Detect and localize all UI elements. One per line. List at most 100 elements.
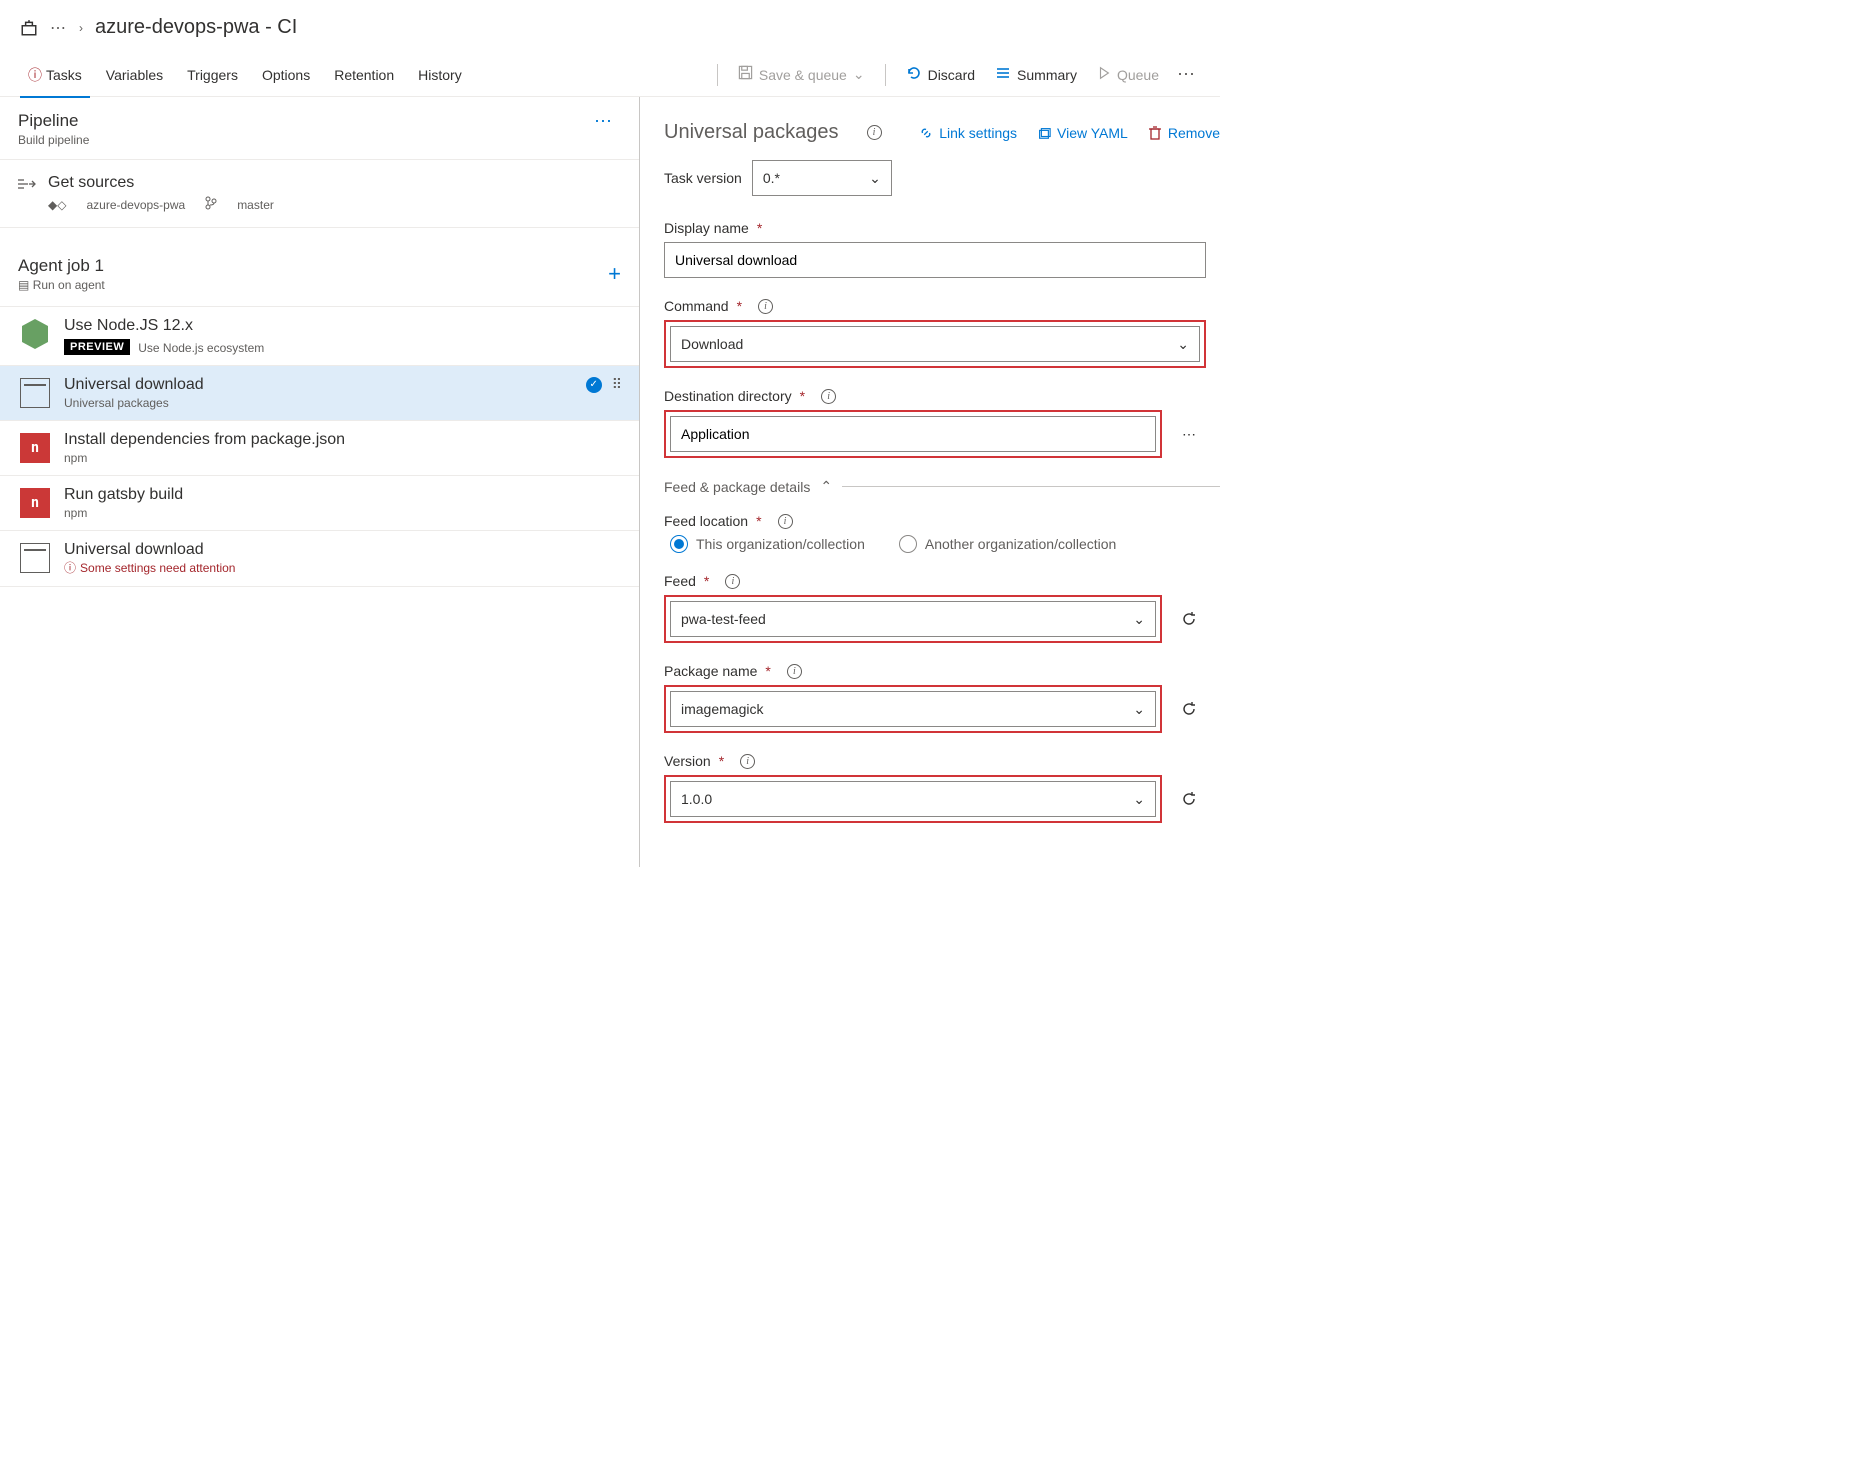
task-subtitle: Use Node.js ecosystem xyxy=(138,341,264,355)
agent-job-row[interactable]: Agent job 1 ▤ Run on agent + xyxy=(0,238,639,307)
task-row[interactable]: Universal download ⓘSome settings need a… xyxy=(0,531,639,587)
get-sources-icon xyxy=(18,177,36,194)
package-icon xyxy=(18,541,52,575)
radio-icon xyxy=(899,535,917,553)
info-icon[interactable]: i xyxy=(725,574,740,589)
repo-name: azure-devops-pwa xyxy=(86,198,185,212)
get-sources-title: Get sources xyxy=(48,174,621,192)
view-yaml-button[interactable]: View YAML xyxy=(1037,125,1128,141)
list-icon xyxy=(995,65,1011,85)
feed-location-label: Feed location xyxy=(664,513,748,529)
pipeline-more[interactable]: ⋯ xyxy=(586,111,621,132)
remove-button[interactable]: Remove xyxy=(1148,125,1220,141)
tab-history[interactable]: History xyxy=(406,53,474,97)
chevron-right-icon: › xyxy=(79,21,83,35)
info-icon[interactable]: i xyxy=(867,125,882,140)
task-version-label: Task version xyxy=(664,170,742,186)
required-indicator: * xyxy=(719,753,724,769)
chevron-up-icon: ⌃ xyxy=(820,478,832,495)
pipeline-header[interactable]: Pipeline Build pipeline ⋯ xyxy=(0,97,639,160)
task-row[interactable]: Universal download Universal packages ✓ … xyxy=(0,366,639,421)
project-icon[interactable] xyxy=(20,19,38,37)
info-icon[interactable]: i xyxy=(740,754,755,769)
required-indicator: * xyxy=(704,573,709,589)
task-alert: ⓘSome settings need attention xyxy=(64,559,621,576)
task-row[interactable]: Use Node.JS 12.x PREVIEW Use Node.js eco… xyxy=(0,307,639,366)
required-indicator: * xyxy=(737,298,742,314)
node-icon xyxy=(18,317,52,351)
tab-options[interactable]: Options xyxy=(250,53,322,97)
queue-button[interactable]: Queue xyxy=(1087,58,1169,92)
task-subtitle: npm xyxy=(64,506,621,520)
summary-button[interactable]: Summary xyxy=(985,58,1087,92)
tab-variables[interactable]: Variables xyxy=(94,53,175,97)
chevron-down-icon: ⌄ xyxy=(1177,336,1189,353)
chevron-down-icon: ⌄ xyxy=(1133,791,1145,808)
error-icon: ⓘ xyxy=(28,65,42,85)
warning-icon: ⓘ xyxy=(64,559,76,576)
branch-icon xyxy=(205,196,217,213)
task-row[interactable]: n Install dependencies from package.json… xyxy=(0,421,639,476)
feed-section-header[interactable]: Feed & package details ⌃ xyxy=(664,478,1220,495)
package-icon xyxy=(18,376,52,410)
link-settings-button[interactable]: Link settings xyxy=(919,125,1017,141)
refresh-button[interactable] xyxy=(1172,692,1206,726)
task-title: Run gatsby build xyxy=(64,486,621,504)
tabbar: ⓘTasks Variables Triggers Options Retent… xyxy=(0,53,1220,97)
separator xyxy=(717,64,718,86)
command-label: Command xyxy=(664,298,729,314)
info-icon[interactable]: i xyxy=(787,664,802,679)
agent-job-title: Agent job 1 xyxy=(18,256,105,276)
info-icon[interactable]: i xyxy=(821,389,836,404)
tab-triggers[interactable]: Triggers xyxy=(175,53,250,97)
play-icon xyxy=(1097,66,1111,84)
get-sources-row[interactable]: Get sources ◆◇ azure-devops-pwa master xyxy=(0,160,639,228)
refresh-button[interactable] xyxy=(1172,602,1206,636)
browse-button[interactable]: ⋯ xyxy=(1172,417,1206,451)
info-icon[interactable]: i xyxy=(758,299,773,314)
display-name-input[interactable] xyxy=(664,242,1206,278)
task-version-select[interactable]: 0.* ⌄ xyxy=(752,160,892,196)
breadcrumb: ⋯ › azure-devops-pwa - CI xyxy=(0,0,1220,53)
branch-name: master xyxy=(237,198,274,212)
npm-icon: n xyxy=(18,486,52,520)
pipeline-tree: Pipeline Build pipeline ⋯ Get sources ◆◇… xyxy=(0,97,640,867)
more-menu[interactable]: ⋯ xyxy=(1169,64,1204,85)
required-indicator: * xyxy=(765,663,770,679)
drag-handle-icon[interactable]: ⠿ xyxy=(612,376,621,393)
version-select[interactable]: 1.0.0 ⌄ xyxy=(670,781,1156,817)
tab-retention[interactable]: Retention xyxy=(322,53,406,97)
task-subtitle: Universal packages xyxy=(64,396,574,410)
task-row[interactable]: n Run gatsby build npm xyxy=(0,476,639,531)
add-task-button[interactable]: + xyxy=(608,261,621,287)
display-name-label: Display name xyxy=(664,220,749,236)
required-indicator: * xyxy=(756,513,761,529)
page-title: azure-devops-pwa - CI xyxy=(95,16,297,39)
feed-location-this-radio[interactable]: This organization/collection xyxy=(670,535,865,553)
package-name-select[interactable]: imagemagick ⌄ xyxy=(670,691,1156,727)
agent-job-subtitle: ▤ Run on agent xyxy=(18,278,105,292)
chevron-down-icon: ⌄ xyxy=(869,170,881,187)
task-title: Universal download xyxy=(64,541,621,559)
save-queue-button[interactable]: Save & queue ⌄ xyxy=(728,58,875,92)
radio-icon xyxy=(670,535,688,553)
feed-label: Feed xyxy=(664,573,696,589)
chevron-down-icon: ⌄ xyxy=(1133,611,1145,628)
feed-select[interactable]: pwa-test-feed ⌄ xyxy=(670,601,1156,637)
tab-tasks[interactable]: ⓘTasks xyxy=(16,53,94,97)
package-name-label: Package name xyxy=(664,663,757,679)
refresh-button[interactable] xyxy=(1172,782,1206,816)
undo-icon xyxy=(906,65,922,85)
discard-button[interactable]: Discard xyxy=(896,58,985,92)
feed-location-other-radio[interactable]: Another organization/collection xyxy=(899,535,1116,553)
required-indicator: * xyxy=(757,220,762,236)
command-select[interactable]: Download ⌄ xyxy=(670,326,1200,362)
task-subtitle: npm xyxy=(64,451,621,465)
preview-badge: PREVIEW xyxy=(64,339,130,355)
destination-directory-input[interactable] xyxy=(670,416,1156,452)
npm-icon: n xyxy=(18,431,52,465)
breadcrumb-overflow[interactable]: ⋯ xyxy=(50,18,67,38)
task-title: Universal download xyxy=(64,376,574,394)
destination-directory-label: Destination directory xyxy=(664,388,792,404)
info-icon[interactable]: i xyxy=(778,514,793,529)
